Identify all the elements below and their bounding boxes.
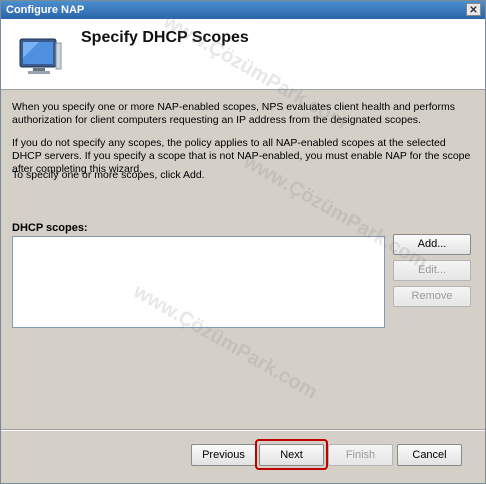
dhcp-scopes-list[interactable] (12, 236, 385, 328)
add-button[interactable]: Add... (393, 234, 471, 255)
previous-button[interactable]: Previous (191, 444, 256, 466)
remove-button[interactable]: Remove (393, 286, 471, 307)
close-button[interactable]: ✕ (466, 3, 481, 16)
configure-nap-window: Configure NAP ✕ Specify DHCP Scopes When… (0, 0, 486, 484)
dhcp-scopes-label: DHCP scopes: (12, 222, 88, 234)
title-bar[interactable]: Configure NAP ✕ (1, 1, 485, 19)
monitor-icon (17, 33, 63, 80)
description-paragraph-3: To specify one or more scopes, click Add… (12, 169, 205, 181)
footer-divider (1, 429, 485, 431)
edit-button[interactable]: Edit... (393, 260, 471, 281)
window-title: Configure NAP (6, 4, 85, 16)
finish-button[interactable]: Finish (328, 444, 393, 466)
cancel-button[interactable]: Cancel (397, 444, 462, 466)
description-paragraph-1: When you specify one or more NAP-enabled… (12, 101, 455, 126)
next-button[interactable]: Next (259, 444, 324, 466)
wizard-header: Specify DHCP Scopes (1, 19, 485, 90)
page-title: Specify DHCP Scopes (81, 29, 249, 46)
